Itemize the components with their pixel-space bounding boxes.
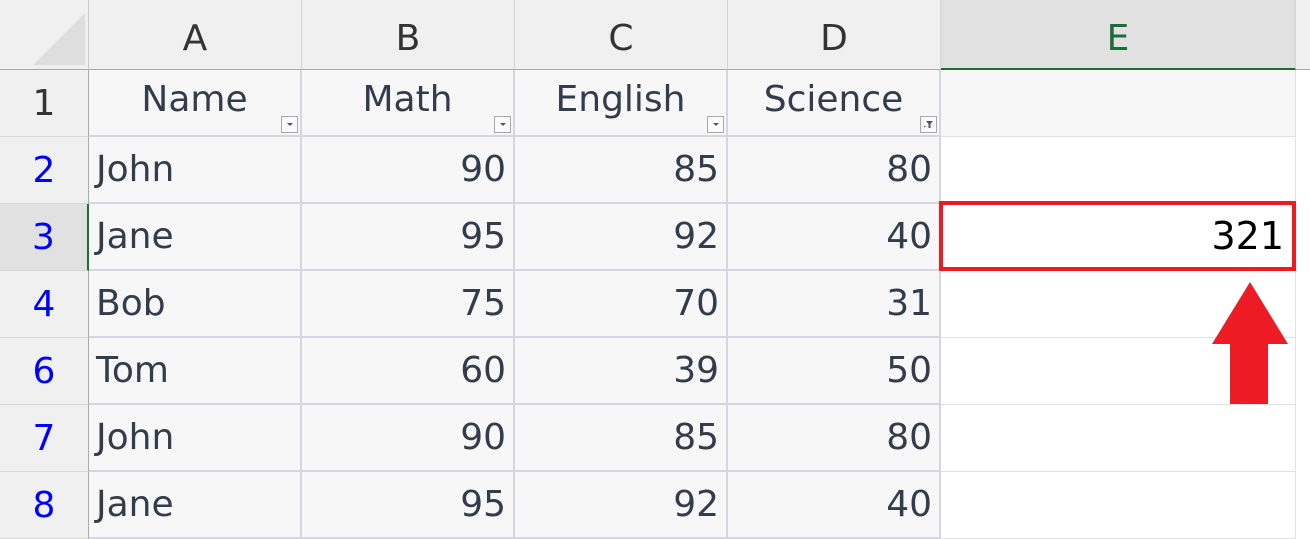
- row-header-2[interactable]: 2: [0, 137, 89, 204]
- row-header-1[interactable]: 1: [0, 70, 89, 137]
- chevron-down-icon: [712, 123, 719, 126]
- cell-math[interactable]: 90: [302, 137, 515, 204]
- row-header-4[interactable]: 4: [0, 271, 89, 338]
- column-header-f[interactable]: [1296, 0, 1310, 70]
- cell-science[interactable]: 31: [728, 271, 941, 338]
- cell-name[interactable]: Tom: [89, 338, 302, 405]
- cell-math[interactable]: 60: [302, 338, 515, 405]
- row-header-8[interactable]: 8: [0, 472, 89, 539]
- cell-science[interactable]: 80: [728, 137, 941, 204]
- chevron-down-icon: [286, 123, 293, 126]
- column-header-a[interactable]: A: [89, 0, 302, 70]
- cell-english[interactable]: 92: [515, 204, 728, 271]
- cell-e[interactable]: [941, 472, 1296, 539]
- filter-dropdown-button-name[interactable]: [281, 116, 298, 133]
- column-header-d[interactable]: D: [728, 0, 941, 70]
- cell-english[interactable]: 39: [515, 338, 728, 405]
- cell-math[interactable]: 75: [302, 271, 515, 338]
- cell-english[interactable]: 70: [515, 271, 728, 338]
- chevron-down-icon: [499, 123, 506, 126]
- filter-applied-button-science[interactable]: [920, 116, 937, 133]
- row-header-3[interactable]: 3: [0, 204, 89, 271]
- filter-funnel-icon: [923, 121, 933, 128]
- cell-e1[interactable]: [941, 70, 1296, 137]
- cell-e[interactable]: [941, 405, 1296, 472]
- result-value: 321: [1211, 214, 1284, 258]
- select-all-button[interactable]: [0, 0, 89, 70]
- header-label: English: [555, 79, 686, 120]
- row-header-7[interactable]: 7: [0, 405, 89, 472]
- cell-name[interactable]: John: [89, 405, 302, 472]
- header-cell-name[interactable]: Name: [89, 70, 302, 137]
- cell-math[interactable]: 95: [302, 472, 515, 539]
- header-label: Science: [763, 79, 904, 120]
- filter-dropdown-button-english[interactable]: [707, 116, 724, 133]
- cell-english[interactable]: 85: [515, 405, 728, 472]
- highlighted-result-cell-e3[interactable]: 321: [939, 201, 1296, 271]
- cell-science[interactable]: 40: [728, 204, 941, 271]
- column-header-b[interactable]: B: [302, 0, 515, 70]
- select-all-triangle-icon: [33, 13, 85, 65]
- cell-e[interactable]: [941, 137, 1296, 204]
- cell-science[interactable]: 40: [728, 472, 941, 539]
- filter-dropdown-button-math[interactable]: [494, 116, 511, 133]
- cell-english[interactable]: 85: [515, 137, 728, 204]
- cell-name[interactable]: Jane: [89, 472, 302, 539]
- header-label: Math: [362, 79, 453, 120]
- header-cell-english[interactable]: English: [515, 70, 728, 137]
- column-header-c[interactable]: C: [515, 0, 728, 70]
- header-label: Name: [141, 79, 248, 120]
- cell-math[interactable]: 95: [302, 204, 515, 271]
- spreadsheet-grid: A B C D E 1 Name Math English Science 2J…: [0, 0, 1310, 539]
- cell-name[interactable]: John: [89, 137, 302, 204]
- cell-name[interactable]: Bob: [89, 271, 302, 338]
- row-header-6[interactable]: 6: [0, 338, 89, 405]
- red-arrow-up-icon: [1212, 282, 1288, 404]
- cell-math[interactable]: 90: [302, 405, 515, 472]
- header-cell-math[interactable]: Math: [302, 70, 515, 137]
- cell-science[interactable]: 80: [728, 405, 941, 472]
- cell-name[interactable]: Jane: [89, 204, 302, 271]
- column-header-e[interactable]: E: [941, 0, 1296, 70]
- cell-science[interactable]: 50: [728, 338, 941, 405]
- header-cell-science[interactable]: Science: [728, 70, 941, 137]
- cell-english[interactable]: 92: [515, 472, 728, 539]
